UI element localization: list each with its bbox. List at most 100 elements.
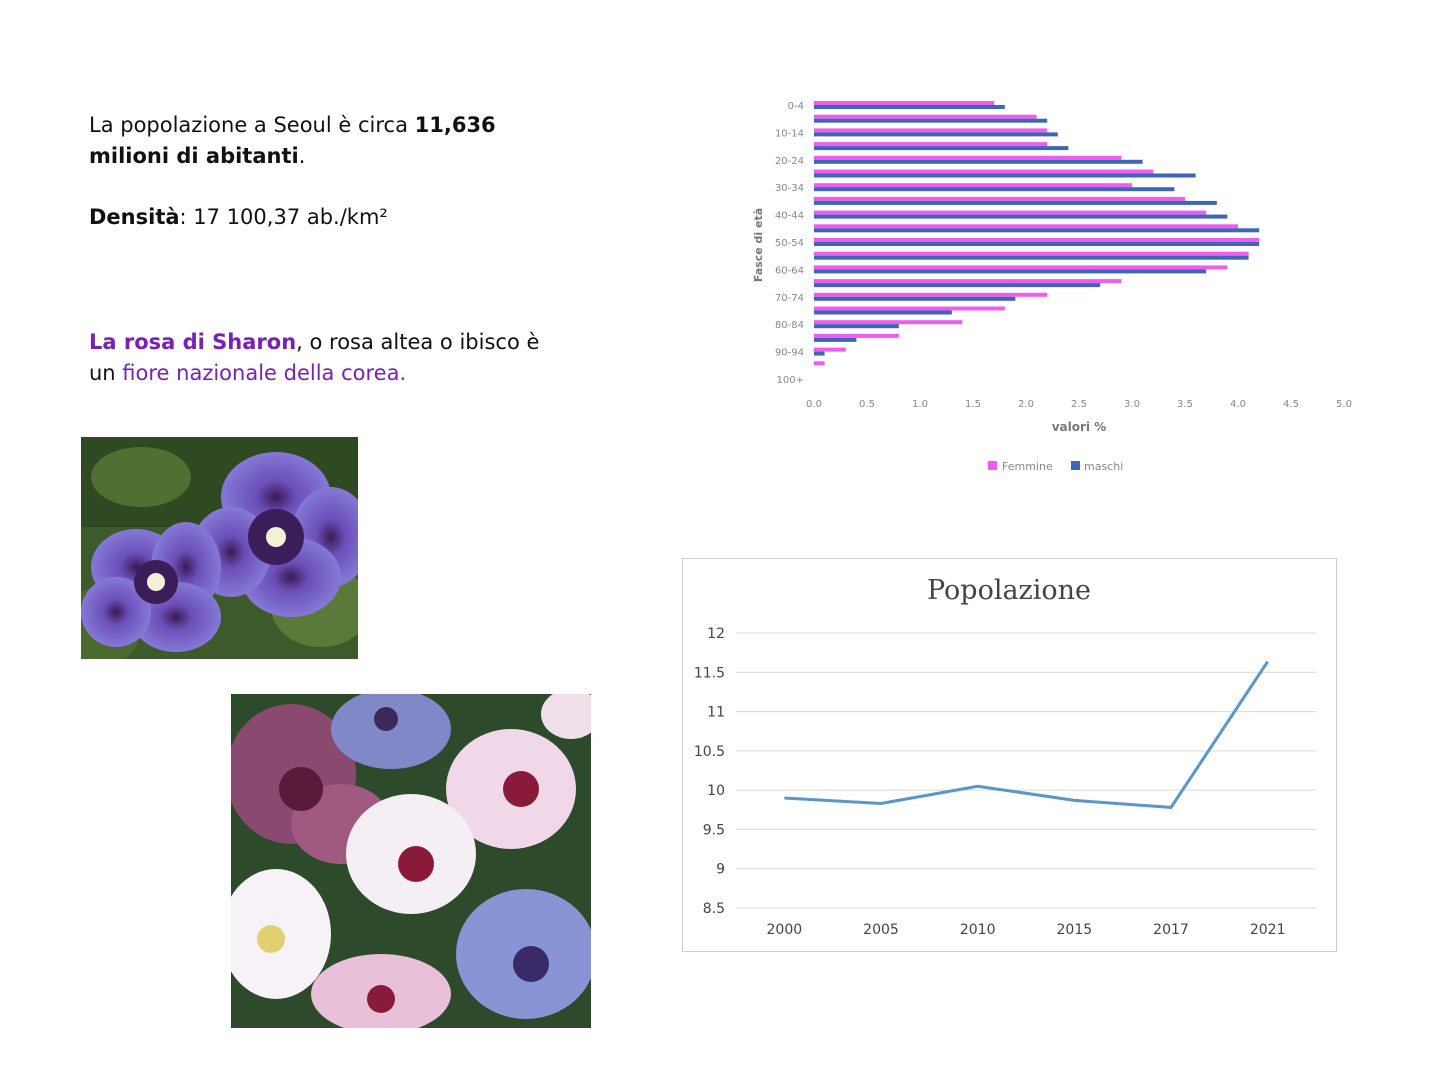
population-line-chart-panel: Popolazione 8.5 9 9.5 10 10.5 11 11.5 12 2000 20…	[682, 558, 1337, 952]
y-tick-label: 9.5	[703, 822, 725, 838]
bar-femmine-95-99	[814, 361, 825, 366]
flower-name: La rosa di Sharon	[89, 330, 297, 354]
y-tick-label: 30-34	[775, 183, 804, 194]
purple-hibiscus-photo	[81, 437, 358, 659]
flower-desc: , o rosa altea o ibisco è	[296, 330, 540, 354]
bar-femmine-85-89	[814, 333, 899, 338]
y-tick-label: 100+	[777, 375, 804, 386]
bar-femmine-20-24	[814, 155, 1122, 160]
x-tick-label: 2010	[960, 922, 996, 938]
y-tick-label: 60-64	[775, 265, 804, 276]
bar-maschi-30-34	[814, 187, 1175, 192]
population-line-chart: Popolazione 8.5 9 9.5 10 10.5 11 11.5 12 2000 20…	[694, 575, 1316, 938]
y-tick-label: 12	[707, 626, 725, 642]
y-tick-label: 40-44	[775, 211, 804, 222]
bar-maschi-65-69	[814, 283, 1101, 288]
bar-chart-xlabel: valori %	[1052, 420, 1107, 434]
bar-maschi-90-94	[814, 351, 825, 356]
bar-maschi-75-79	[814, 310, 952, 315]
x-tick-label: 4.0	[1230, 399, 1246, 410]
bar-femmine-90-94	[814, 347, 846, 352]
y-tick-label: 50-54	[775, 238, 804, 249]
population-unit: milioni di abitanti	[89, 144, 299, 168]
x-tick-label: 2000	[767, 922, 803, 938]
bar-femmine-15-19	[814, 142, 1048, 147]
age-distribution-chart: 0-4 10-14 20-24 30-34 40-44 50-54 60-64 70-74 80…	[752, 101, 1352, 473]
bar-maschi-40-44	[814, 214, 1228, 219]
bar-maschi-25-29	[814, 173, 1196, 178]
bar-maschi-35-39	[814, 200, 1217, 205]
bar-femmine-60-64	[814, 265, 1228, 270]
bar-femmine-75-79	[814, 306, 1005, 311]
bar-femmine-70-74	[814, 292, 1048, 297]
bar-femmine-25-29	[814, 169, 1154, 174]
bar-maschi-45-49	[814, 228, 1260, 233]
x-tick-label: 1.5	[965, 399, 981, 410]
x-tick-label: 3.5	[1177, 399, 1193, 410]
y-tick-label: 9	[716, 862, 725, 878]
line-chart-title: Popolazione	[927, 575, 1091, 606]
bar-maschi-70-74	[814, 296, 1016, 301]
x-tick-label: 0.0	[806, 399, 822, 410]
legend-label-femmine: Femmine	[1002, 460, 1053, 473]
bar-maschi-50-54	[814, 242, 1260, 246]
mixed-hibiscus-photo	[231, 694, 591, 1028]
density-text: Densità: 17 100,37 ab./km²	[89, 202, 529, 233]
x-tick-label: 2.5	[1071, 399, 1087, 410]
y-tick-label: 10	[707, 783, 725, 799]
bar-femmine-35-39	[814, 196, 1185, 201]
y-tick-label: 10.5	[694, 744, 725, 760]
x-tick-label: 1.0	[912, 399, 928, 410]
bar-femmine-80-84	[814, 320, 963, 325]
bar-femmine-10-14	[814, 128, 1048, 133]
legend-label-maschi: maschi	[1084, 460, 1123, 473]
bar-maschi-80-84	[814, 324, 899, 329]
bar-maschi-55-59	[814, 255, 1249, 260]
x-tick-label: 3.0	[1124, 399, 1140, 410]
flower-un: un	[89, 361, 123, 385]
x-tick-label: 0.5	[859, 399, 875, 410]
flower-national: fiore nazionale della corea.	[122, 361, 407, 385]
legend-swatch-maschi	[1071, 461, 1080, 470]
bar-femmine-0-4	[814, 101, 995, 105]
bar-maschi-85-89	[814, 337, 857, 342]
population-suffix: .	[298, 144, 306, 168]
y-tick-label: 90-94	[775, 348, 804, 359]
bar-femmine-40-44	[814, 210, 1207, 215]
y-tick-label: 11.5	[694, 665, 725, 681]
y-tick-label: 20-24	[775, 156, 804, 167]
bar-maschi-15-19	[814, 146, 1069, 151]
y-tick-label: 80-84	[775, 320, 804, 331]
population-text: La popolazione a Seoul è circa 11,636 mi…	[89, 110, 529, 172]
density-value: : 17 100,37 ab./km²	[179, 205, 388, 229]
bar-maschi-10-14	[814, 132, 1058, 137]
y-tick-label: 11	[707, 705, 725, 721]
x-tick-label: 2017	[1153, 922, 1189, 938]
population-series-line	[784, 660, 1269, 809]
bar-femmine-45-49	[814, 224, 1238, 229]
bar-femmine-65-69	[814, 279, 1122, 284]
legend-swatch-femmine	[988, 461, 997, 470]
population-number: 11,636	[414, 113, 496, 137]
bar-chart-legend: Femmine maschi	[988, 460, 1123, 473]
x-tick-label: 5.0	[1336, 399, 1352, 410]
y-tick-label: 8.5	[703, 901, 725, 917]
bar-femmine-50-54	[814, 238, 1260, 242]
x-tick-label: 2005	[863, 922, 899, 938]
flower-text: La rosa di Sharon, o rosa altea o ibisco…	[89, 327, 549, 389]
bar-maschi-20-24	[814, 159, 1143, 164]
y-tick-label: 0-4	[788, 101, 804, 112]
x-tick-label: 2.0	[1018, 399, 1034, 410]
x-tick-label: 2021	[1250, 922, 1286, 938]
bar-femmine-30-34	[814, 183, 1132, 188]
population-prefix: La popolazione a Seoul è circa	[89, 113, 415, 137]
density-label: Densità	[89, 205, 180, 229]
bar-maschi-5-9	[814, 118, 1048, 123]
bar-femmine-5-9	[814, 114, 1037, 119]
bar-maschi-0-4	[814, 105, 1005, 109]
bar-chart-ylabel: Fasce di età	[752, 208, 765, 282]
x-tick-label: 4.5	[1283, 399, 1299, 410]
x-tick-label: 2015	[1057, 922, 1093, 938]
y-tick-label: 10-14	[775, 128, 804, 139]
y-tick-label: 70-74	[775, 293, 804, 304]
